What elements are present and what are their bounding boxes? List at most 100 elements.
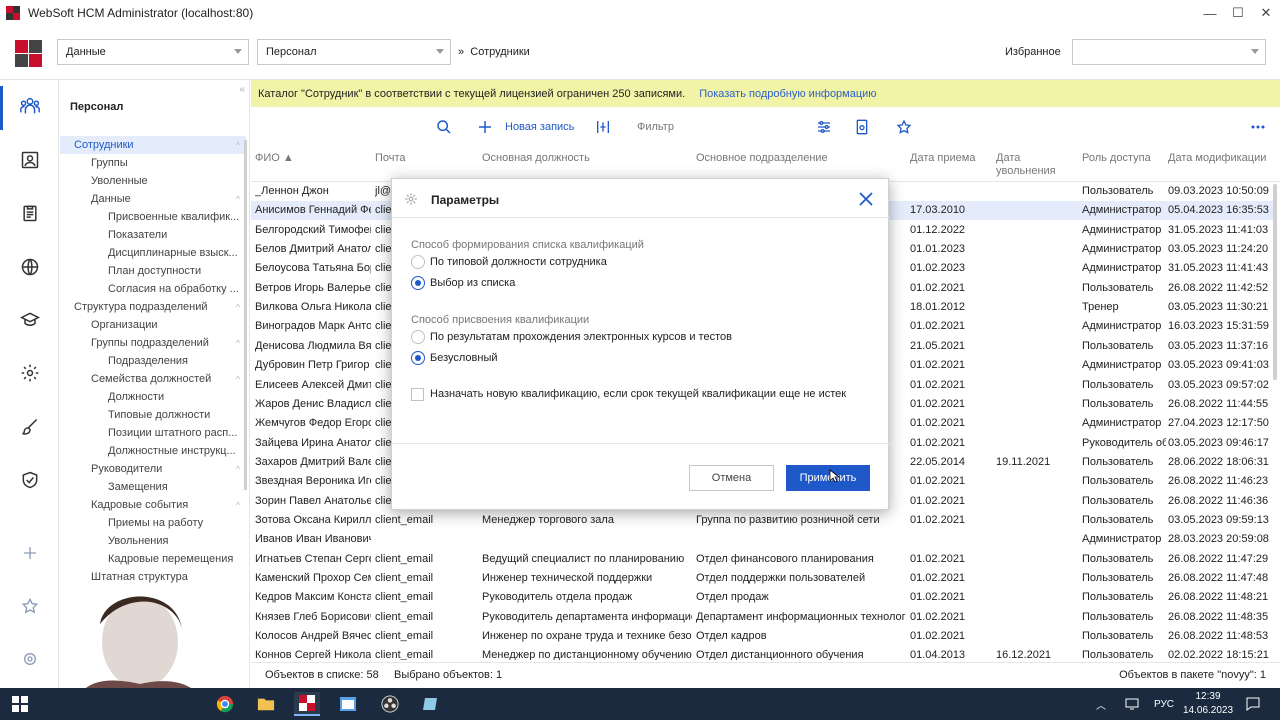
tree-node[interactable]: Присвоенные квалифик... — [60, 208, 246, 226]
tree-node[interactable]: Увольнения — [60, 532, 246, 550]
tree-node[interactable]: Позиции штатного расп... — [60, 424, 246, 442]
file-explorer-icon[interactable] — [253, 692, 279, 716]
collapse-panel-icon[interactable]: « — [239, 84, 245, 95]
windows-start-icon[interactable] — [7, 692, 33, 716]
tree-node[interactable]: Показатели — [60, 226, 246, 244]
clipboard-icon[interactable] — [18, 201, 42, 225]
section-select[interactable]: Данные — [57, 39, 249, 65]
apply-button[interactable]: Применить — [786, 465, 870, 491]
expand-toggle-icon[interactable]: ^ — [236, 298, 240, 316]
column-header-modified[interactable]: Дата модификации — [1168, 152, 1266, 165]
radio-by-typical-position[interactable]: По типовой должности сотрудника — [411, 254, 607, 270]
table-row[interactable]: Каменский Прохор Сем client_email Инженер … — [251, 569, 1273, 588]
expand-toggle-icon[interactable]: ^ — [236, 190, 240, 208]
column-header-position[interactable]: Основная должность — [482, 152, 590, 165]
tree-node[interactable]: Семейства должностей ^ — [60, 370, 246, 388]
tree-node[interactable]: Уволенные — [60, 172, 246, 190]
table-row[interactable]: Коннов Сергей Николае client_email Менедже… — [251, 646, 1273, 660]
filter-input[interactable]: Фильтр — [637, 118, 833, 136]
column-header-email[interactable]: Почта — [375, 152, 406, 165]
expand-toggle-icon[interactable]: ^ — [236, 496, 240, 514]
favorites-select[interactable] — [1072, 39, 1266, 65]
radio-select-from-list[interactable]: Выбор из списка — [411, 275, 515, 291]
minimize-button[interactable]: — — [1196, 0, 1224, 26]
cell-access-role: Администратор — [1082, 533, 1162, 546]
column-header-fio[interactable]: ФИО ▲ — [255, 152, 294, 165]
expand-toggle-icon[interactable]: ^ — [236, 460, 240, 478]
shield-check-icon[interactable] — [18, 468, 42, 492]
tree-node[interactable]: Согласия на обработку ... — [60, 280, 246, 298]
people-icon[interactable] — [18, 94, 42, 118]
cancel-button[interactable]: Отмена — [689, 465, 774, 491]
new-record-button[interactable]: Новая запись — [477, 118, 574, 136]
table-row[interactable]: Игнатьев Степан Сергее client_email Ведущи… — [251, 550, 1273, 569]
star-icon[interactable] — [18, 594, 42, 618]
table-row[interactable]: Зотова Оксана Кирилло client_email Менедже… — [251, 511, 1273, 530]
notepad-icon[interactable] — [418, 692, 444, 716]
websoft-app-icon[interactable] — [294, 692, 320, 716]
tree-node[interactable]: Кадровые перемещения — [60, 550, 246, 568]
language-indicator[interactable]: РУС — [1154, 688, 1174, 720]
table-row[interactable]: Князев Глеб Борисович client_email Руковод… — [251, 608, 1273, 627]
tree-node[interactable]: Группы подразделений ^ — [60, 334, 246, 352]
graduation-cap-icon[interactable] — [18, 308, 42, 332]
grid-scrollbar[interactable] — [1273, 184, 1277, 380]
radio-unconditional[interactable]: Безусловный — [411, 350, 498, 366]
tree-node[interactable]: Типовые должности — [60, 406, 246, 424]
plus-icon[interactable] — [18, 541, 42, 565]
search-icon[interactable] — [436, 118, 452, 136]
globe-icon[interactable] — [18, 255, 42, 279]
network-icon[interactable] — [1125, 688, 1139, 720]
tree-node[interactable]: Должности — [60, 388, 246, 406]
tree-node[interactable]: Приемы на работу — [60, 514, 246, 532]
radio-by-course-results[interactable]: По результатам прохождения электронных к… — [411, 329, 732, 345]
tree-node[interactable]: Организации — [60, 316, 246, 334]
favorite-star-icon[interactable] — [896, 118, 912, 136]
more-options-icon[interactable] — [1251, 118, 1265, 136]
tree-node[interactable]: Кадровые события ^ — [60, 496, 246, 514]
column-header-department[interactable]: Основное подразделение — [696, 152, 828, 165]
tree-scrollbar[interactable] — [244, 140, 247, 490]
cell-fio: Денисова Людмила Вяч — [255, 339, 371, 352]
expand-toggle-icon[interactable]: ^ — [236, 370, 240, 388]
column-header-access-role[interactable]: Роль доступа — [1082, 152, 1151, 165]
tree-node[interactable]: Должностные инструкц... — [60, 442, 246, 460]
expand-toggle-icon[interactable]: ^ — [236, 136, 240, 154]
table-row[interactable]: Иванов Иван Иванович Администратор 28.03.2… — [251, 530, 1273, 549]
column-header-dismissal-date[interactable]: Дата увольнения — [996, 152, 1056, 178]
tree-node[interactable]: Структура подразделений ^ — [60, 298, 246, 316]
id-card-icon[interactable] — [18, 148, 42, 172]
taskbar-clock[interactable]: 12:39 14.06.2023 — [1183, 690, 1233, 718]
brush-icon[interactable] — [18, 415, 42, 439]
table-row[interactable]: Колосов Андрей Вячесл client_email Инженер… — [251, 627, 1273, 646]
tree-node[interactable]: Данные ^ — [60, 190, 246, 208]
tree-node[interactable]: Группы — [60, 154, 246, 172]
notifications-icon[interactable] — [1246, 688, 1260, 720]
brand-logo-icon[interactable] — [15, 40, 42, 67]
obs-icon[interactable] — [377, 692, 403, 716]
export-icon[interactable] — [855, 118, 869, 136]
tree-node[interactable]: Подразделения — [60, 352, 246, 370]
tree-node[interactable]: Дисциплинарные взыск... — [60, 244, 246, 262]
close-window-button[interactable]: ✕ — [1252, 0, 1280, 26]
close-icon[interactable] — [856, 189, 876, 209]
app-window-icon[interactable] — [335, 692, 361, 716]
table-row[interactable]: Кедров Максим Конста client_email Руководи… — [251, 588, 1273, 607]
tree-node[interactable]: Руководители ^ — [60, 460, 246, 478]
maximize-button[interactable]: ☐ — [1224, 0, 1252, 26]
area-select[interactable]: Персонал — [257, 39, 451, 65]
chrome-icon[interactable] — [212, 692, 238, 716]
settings-icon[interactable] — [18, 647, 42, 671]
tray-chevron-icon[interactable]: ︿ — [1096, 688, 1106, 720]
license-details-link[interactable]: Показать подробную информацию — [699, 88, 876, 100]
filter-settings-icon[interactable] — [816, 118, 832, 136]
column-header-hire-date[interactable]: Дата приема — [910, 152, 975, 165]
tree-node[interactable]: Замещения — [60, 478, 246, 496]
reassign-qualification-checkbox[interactable]: Назначать новую квалификацию, если срок … — [411, 386, 846, 402]
columns-icon[interactable] — [595, 118, 611, 136]
cell-hire-date: 01.02.2021 — [910, 630, 966, 643]
tree-node[interactable]: План доступности — [60, 262, 246, 280]
tree-node[interactable]: Сотрудники ^ — [60, 136, 246, 154]
expand-toggle-icon[interactable]: ^ — [236, 334, 240, 352]
gear-icon[interactable] — [18, 361, 42, 385]
